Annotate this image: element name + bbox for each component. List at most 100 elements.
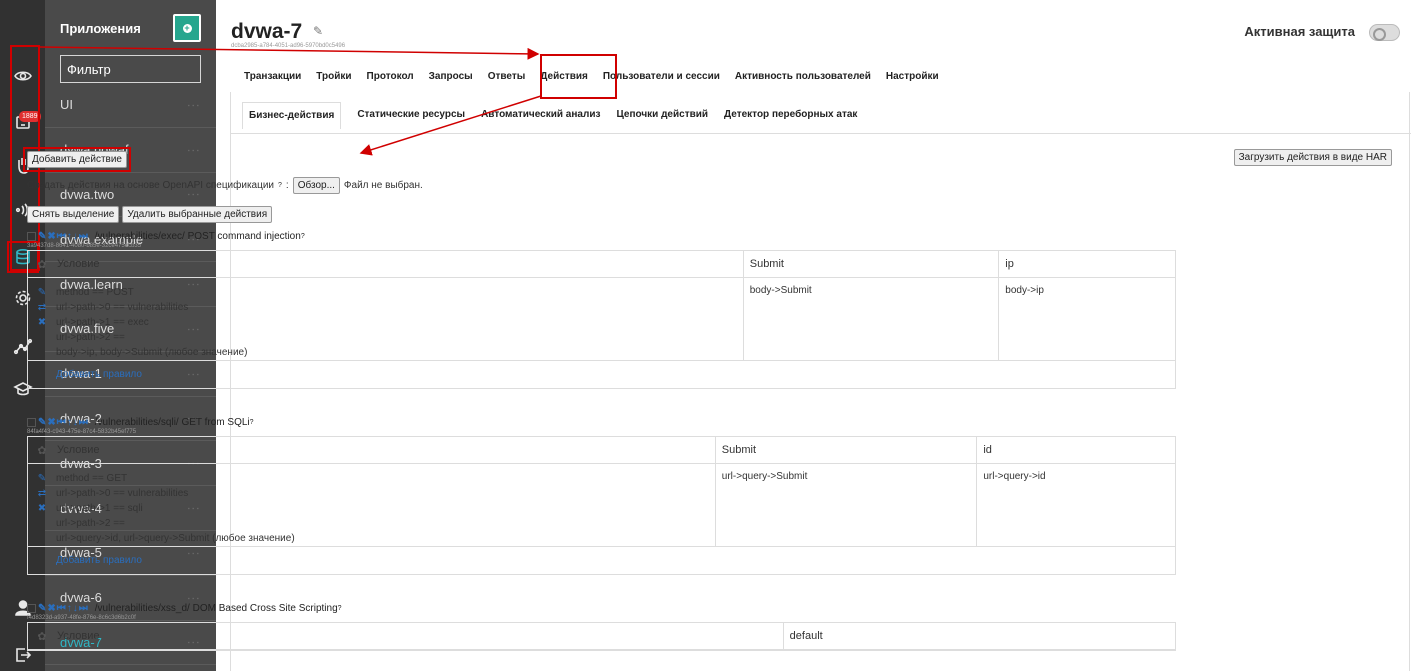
action-checkbox[interactable] <box>27 232 36 241</box>
add-rule-link[interactable]: Добавить правило <box>28 361 1175 388</box>
rule-actions: ✎ ⇄ ✖ <box>28 464 56 546</box>
condition-line: body->ip, body->Submit (любое значение) <box>55 347 248 358</box>
subtab-0[interactable]: Бизнес-действия <box>242 102 342 129</box>
tab-4[interactable]: Ответы <box>488 64 526 90</box>
edit-icon[interactable]: ✎ <box>38 417 46 428</box>
move-down-icon[interactable]: ↓ <box>73 603 78 614</box>
move-bottom-icon[interactable]: ⏭ <box>79 417 88 428</box>
move-top-icon[interactable]: ⏮ <box>57 417 66 428</box>
column-header: Submit <box>714 437 977 463</box>
kebab-menu-icon[interactable]: ⋮ <box>186 144 201 156</box>
action-path: /vulnerabilities/sqli/ GET from SQLi <box>94 417 250 428</box>
move-up-icon[interactable]: ↑ <box>67 417 72 428</box>
delete-icon[interactable]: ✖ <box>47 603 55 614</box>
action-block: ✎ ✖ ⏮ ↑ ↓ ⏭ /vulnerabilities/xss_d/ DOM Based … <box>27 603 1176 651</box>
tab-3[interactable]: Запросы <box>429 64 473 90</box>
subtab-4[interactable]: Детектор переборных атак <box>724 102 857 129</box>
add-rule-link[interactable]: Добавить правило <box>28 547 1175 574</box>
swap-icon[interactable]: ⇄ <box>38 300 46 315</box>
condition-line: url->path->2 == <box>55 518 125 529</box>
action-checkbox[interactable] <box>27 604 36 613</box>
move-down-icon[interactable]: ↓ <box>73 417 78 428</box>
gear-icon[interactable]: ✿ <box>28 630 56 643</box>
apps-header: Приложения + <box>45 0 216 56</box>
condition-header: Условие <box>56 444 100 456</box>
filter-input[interactable] <box>60 55 201 83</box>
action-block: ✎ ✖ ⏮ ↑ ↓ ⏭/vulnerabilities/exec/ POST comman… <box>27 231 1176 389</box>
action-header: ✎ ✖ ⏮ ↑ ↓ ⏭ /vulnerabilities/exec/ POST comman… <box>27 231 1176 242</box>
subtab-1[interactable]: Статические ресурсы <box>357 102 465 129</box>
column-header: ip <box>998 251 1175 277</box>
delete-icon[interactable]: ✖ <box>38 501 46 516</box>
edit-icon[interactable]: ✎ <box>313 24 323 38</box>
move-up-icon[interactable]: ↑ <box>67 603 72 614</box>
condition-line: method == POST <box>55 287 134 298</box>
tab-5[interactable]: Действия <box>540 64 588 90</box>
tab-8[interactable]: Настройки <box>886 64 939 90</box>
subtab-3[interactable]: Цепочки действий <box>616 102 708 129</box>
action-path: /vulnerabilities/exec/ POST command inje… <box>94 231 301 242</box>
tab-0[interactable]: Транзакции <box>244 64 301 90</box>
condition-line: url->path->0 == vulnerabilities <box>55 488 189 499</box>
delete-icon[interactable]: ✖ <box>38 315 46 330</box>
help-icon[interactable]: ? <box>301 233 305 240</box>
kebab-menu-icon[interactable]: ⋮ <box>186 592 201 604</box>
add-app-button[interactable]: + <box>173 14 201 42</box>
move-bottom-icon[interactable]: ⏭ <box>79 603 88 614</box>
help-icon[interactable]: ? <box>250 419 254 426</box>
kebab-menu-icon[interactable]: ⋮ <box>186 99 201 111</box>
table-header: ✿ Условие Submit ip <box>28 251 1175 278</box>
subtabs-divider <box>231 133 1411 134</box>
tab-6[interactable]: Пользователи и сессии <box>603 64 720 90</box>
move-down-icon[interactable]: ↓ <box>73 231 78 242</box>
app-item[interactable]: UI ⋮ <box>45 83 216 128</box>
main-tabs: Транзакции Тройки Протокол Запросы Ответы Дей… <box>244 64 954 90</box>
apps-title: Приложения <box>60 20 141 36</box>
delete-selected-button[interactable]: Удалить выбранные действия <box>122 206 273 223</box>
edit-icon[interactable]: ✎ <box>38 471 46 486</box>
gear-icon[interactable]: ✿ <box>28 444 56 457</box>
help-icon[interactable]: ? <box>338 605 342 612</box>
edit-icon[interactable]: ✎ <box>38 603 46 614</box>
gear-icon[interactable]: ✿ <box>28 258 56 271</box>
action-id: f4d8323d-a937-48fe-876e-8c6c3d6b2c0f <box>27 615 136 621</box>
swap-icon[interactable]: ⇄ <box>38 486 46 501</box>
deselect-button[interactable]: Снять выделение <box>27 206 120 223</box>
move-top-icon[interactable]: ⏮ <box>57 231 66 242</box>
sub-tabs: Бизнес-действия Статические ресурсы Автома… <box>242 102 873 129</box>
condition-cell: method == POST url->path->0 == vulnerabil… <box>56 278 743 360</box>
condition-line: url->path->2 == <box>55 332 125 343</box>
action-table: ✿ Условие Submit ip ✎ ⇄ ✖ method == POST url->pa… <box>27 250 1176 389</box>
tab-1[interactable]: Тройки <box>316 64 351 90</box>
action-table: ✿ Условие default <box>27 622 1176 651</box>
move-up-icon[interactable]: ↑ <box>67 231 72 242</box>
selection-row: Снять выделение Удалить выбранные действ… <box>27 206 273 223</box>
add-action-button[interactable]: Добавить действие <box>27 151 127 168</box>
edit-icon[interactable]: ✎ <box>38 231 46 242</box>
value-cell: body->Submit <box>742 278 999 360</box>
edit-icon[interactable]: ✎ <box>38 285 46 300</box>
active-protection-toggle[interactable] <box>1369 24 1400 41</box>
subtab-2[interactable]: Автоматический анализ <box>481 102 600 129</box>
delete-icon[interactable]: ✖ <box>47 231 55 242</box>
help-icon[interactable]: ? <box>278 182 282 189</box>
value-cell: url->query->Submit <box>714 464 977 546</box>
tab-7[interactable]: Активность пользователей <box>735 64 871 90</box>
move-top-icon[interactable]: ⏮ <box>57 603 66 614</box>
add-action-frame: Добавить действие <box>23 147 131 172</box>
action-header: ✎ ✖ ⏮ ↑ ↓ ⏭ /vulnerabilities/sqli/ GET from SQ… <box>27 417 1176 428</box>
delete-icon[interactable]: ✖ <box>47 417 55 428</box>
action-table: ✿ Условие Submit id ✎ ⇄ ✖ method == GET url->pat… <box>27 436 1176 575</box>
condition-header: Условие <box>56 630 100 642</box>
action-checkbox[interactable] <box>27 418 36 427</box>
tab-2[interactable]: Протокол <box>367 64 414 90</box>
condition-line: url->path->1 == sqli <box>55 503 143 514</box>
action-header: ✎ ✖ ⏮ ↑ ↓ ⏭ /vulnerabilities/xss_d/ DOM Based … <box>27 603 1176 614</box>
action-id: 3a9437d8-8641-4080-b85e-32ce475ecb35 <box>27 243 142 249</box>
value-cell: url->query->id <box>976 464 1175 546</box>
browse-button[interactable]: Обзор... <box>292 177 340 194</box>
openapi-label: Создать действия на основе OpenAPI специ… <box>27 180 275 191</box>
load-har-button[interactable]: Загрузить действия в виде HAR <box>1233 149 1392 166</box>
move-bottom-icon[interactable]: ⏭ <box>79 231 88 242</box>
table-header: ✿ Условие Submit id <box>28 437 1175 464</box>
